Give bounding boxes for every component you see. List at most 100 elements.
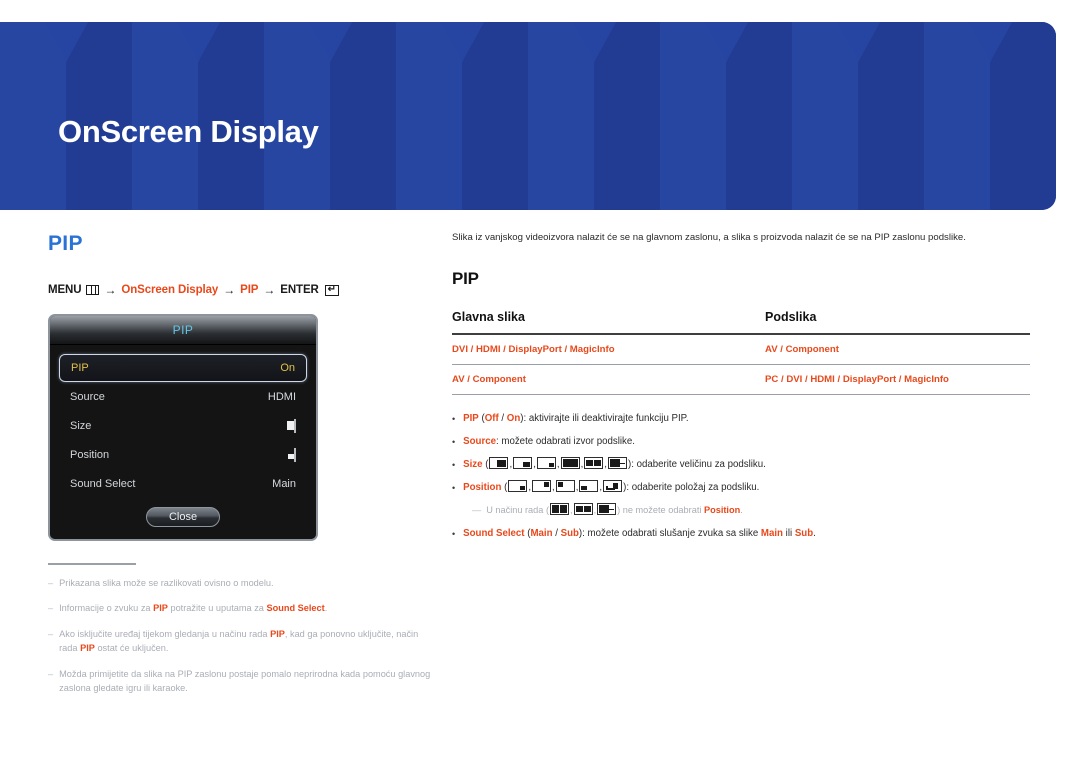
osd-body: PIP On Source HDMI Size Position Sound S… xyxy=(50,345,316,498)
bullet-dot: • xyxy=(452,460,456,470)
note-item: – Ako isključite uređaj tijekom gledanja… xyxy=(48,627,438,656)
osd-value-size-icon xyxy=(286,418,296,433)
bullet-item-pip: • PIP (Off / On): aktivirajte ili deakti… xyxy=(452,411,1030,427)
bullet-keyword-position: Position xyxy=(463,482,502,493)
size-split-wide-icon xyxy=(560,457,580,469)
osd-row-size[interactable]: Size xyxy=(59,411,307,440)
bullet-item-sound-select: • Sound Select (Main / Sub): možete odab… xyxy=(452,526,1030,542)
note-text: Ako isključite uređaj tijekom gledanja u… xyxy=(59,628,419,654)
pip-source-table: Glavna slika Podslika DVI / HDMI / Displ… xyxy=(452,310,1030,395)
note-text: Možda primijetite da slika na PIP zaslon… xyxy=(59,668,431,694)
bullet-list: • PIP (Off / On): aktivirajte ili deakti… xyxy=(452,411,1030,542)
table-cell-main: AV / Component xyxy=(452,364,741,395)
position-top-left-icon xyxy=(555,480,575,492)
bullet-position-tail: ): odaberite položaj za podsliku. xyxy=(623,482,760,493)
position-bottom-left-icon xyxy=(579,480,599,492)
table-row: DVI / HDMI / DisplayPort / MagicInfo AV … xyxy=(452,334,1030,365)
bullet-size-tail: ): odaberite veličinu za podsliku. xyxy=(628,459,766,470)
note-dash: – xyxy=(48,668,54,679)
bullet-keyword-size: Size xyxy=(463,459,483,470)
note-item: – Možda primijetite da slika na PIP zasl… xyxy=(48,667,438,696)
note-item: – Informacije o zvuku za PIP potražite u… xyxy=(48,601,438,616)
size-split-wide-icon xyxy=(550,503,570,515)
bullet-dot: • xyxy=(452,437,456,447)
subnote-keyword: Position xyxy=(703,505,741,515)
osd-value-position-icon xyxy=(287,447,296,462)
table-row: AV / Component PC / DVI / HDMI / Display… xyxy=(452,364,1030,395)
bullet-item-source: • Source: možete odabrati izvor podslike… xyxy=(452,434,1030,450)
menu-path-breadcrumb: MENU → OnScreen Display → PIP → ENTER ↵ xyxy=(48,283,438,297)
menu-bars-icon xyxy=(86,285,100,295)
osd-row-source[interactable]: Source HDMI xyxy=(59,382,307,411)
osd-row-value: HDMI xyxy=(267,390,296,403)
osd-footer: Close xyxy=(50,498,316,539)
page-header-banner: OnScreen Display xyxy=(0,22,1056,210)
table-header-row: Glavna slika Podslika xyxy=(452,310,1030,335)
table-cell-sub: AV / Component xyxy=(741,334,1030,365)
bullet-item-position: • Position (,,,,): odaberite položaj za … xyxy=(452,480,1030,496)
subnote-pre: U načinu rada ( xyxy=(486,505,550,515)
enter-key-icon: ↵ xyxy=(324,284,339,296)
size-split-dash-icon xyxy=(608,457,627,469)
size-large-icon xyxy=(489,457,509,469)
osd-row-label: PIP xyxy=(71,362,89,374)
subnote-dash: — xyxy=(472,505,482,515)
section-title: PIP xyxy=(48,232,83,255)
osd-row-sound-select[interactable]: Sound Select Main xyxy=(59,469,307,498)
arrow-icon-2: → xyxy=(223,283,236,297)
bullet-text: Source: možete odabrati izvor podslike. xyxy=(463,436,635,447)
osd-menu-panel: PIP PIP On Source HDMI Size Position Sou… xyxy=(48,314,318,541)
note-dash: – xyxy=(48,603,54,614)
osd-row-label: Sound Select xyxy=(70,477,136,490)
bullet-dot: • xyxy=(452,529,456,539)
paren-open: ( xyxy=(504,482,508,493)
position-top-right-icon xyxy=(532,480,552,492)
arrow-icon-3: → xyxy=(263,283,276,297)
table-header-main: Glavna slika xyxy=(452,310,741,335)
size-split-even-icon xyxy=(573,503,593,515)
bullet-text: PIP (Off / On): aktivirajte ili deaktivi… xyxy=(463,413,689,424)
size-small-icon xyxy=(536,457,556,469)
osd-row-label: Source xyxy=(70,390,105,403)
menu-label: MENU xyxy=(48,284,82,296)
menu-path-step-onscreen-display[interactable]: OnScreen Display xyxy=(121,284,218,296)
note-dash: – xyxy=(48,577,54,588)
bullet-text: Size (,,,,,): odaberite veličinu za pods… xyxy=(463,457,766,470)
osd-titlebar: PIP xyxy=(50,316,316,345)
bullet-text: Sound Select (Main / Sub): možete odabra… xyxy=(463,528,816,539)
page-root: OnScreen Display PIP MENU → OnScreen Dis… xyxy=(0,0,1080,763)
page-title: OnScreen Display xyxy=(58,114,319,149)
note-item: – Prikazana slika može se razlikovati ov… xyxy=(48,576,438,591)
osd-row-pip[interactable]: PIP On xyxy=(59,354,307,382)
position-custom-icon xyxy=(603,480,623,492)
size-split-even-icon xyxy=(584,457,604,469)
position-bottom-right-icon xyxy=(508,480,528,492)
osd-title: PIP xyxy=(172,323,194,337)
osd-row-value: On xyxy=(280,362,295,374)
right-section-title: PIP xyxy=(452,269,479,288)
notes-divider xyxy=(48,563,136,565)
osd-row-label: Size xyxy=(70,419,92,432)
enter-label: ENTER xyxy=(280,284,319,296)
note-text: Prikazana slika može se razlikovati ovis… xyxy=(59,577,274,588)
right-column: Slika iz vanjskog videoizvora nalazit će… xyxy=(452,231,1030,549)
table-header-sub: Podslika xyxy=(741,310,1030,335)
menu-path-step-pip[interactable]: PIP xyxy=(240,284,258,296)
bullet-item-size: • Size (,,,,,): odaberite veličinu za po… xyxy=(452,457,1030,473)
intro-paragraph: Slika iz vanjskog videoizvora nalazit će… xyxy=(452,232,966,243)
bullet-dot: • xyxy=(452,414,456,424)
note-text: Informacije o zvuku za PIP potražite u u… xyxy=(59,603,328,614)
table-cell-main: DVI / HDMI / DisplayPort / MagicInfo xyxy=(452,334,741,365)
size-medium-icon xyxy=(513,457,533,469)
osd-row-position[interactable]: Position xyxy=(59,440,307,469)
arrow-icon-1: → xyxy=(104,283,117,297)
paren-open: ( xyxy=(485,459,489,470)
osd-row-value: Main xyxy=(272,477,296,490)
close-button[interactable]: Close xyxy=(146,507,220,527)
subnote-position-restriction: — U načinu rada (,,) ne možete odabrati … xyxy=(472,503,1030,518)
subnote-end: . xyxy=(740,505,743,515)
osd-row-label: Position xyxy=(70,448,110,461)
subnote-text: U načinu rada (,,) ne možete odabrati Po… xyxy=(486,503,743,515)
notes-list: – Prikazana slika može se razlikovati ov… xyxy=(48,563,438,696)
bullet-dot: • xyxy=(452,483,456,493)
